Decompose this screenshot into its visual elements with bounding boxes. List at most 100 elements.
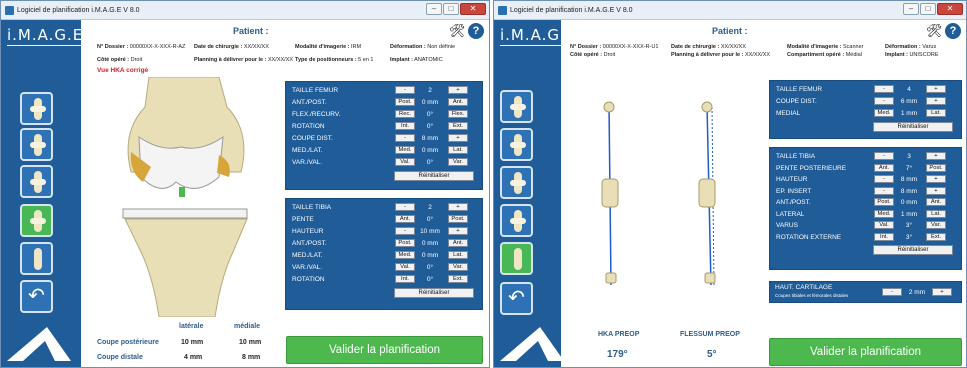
param-decrease-button[interactable]: - <box>874 97 894 105</box>
param-decrease-button[interactable]: Post. <box>395 239 415 247</box>
reset-button[interactable]: Réinitialiser <box>394 288 474 298</box>
help-icon[interactable]: ? <box>468 23 484 39</box>
param-decrease-button[interactable]: Int. <box>395 122 415 130</box>
param-value: 8 mm <box>900 187 918 195</box>
param-decrease-button[interactable]: - <box>395 86 415 94</box>
param-increase-button[interactable]: Post. <box>926 163 946 172</box>
param-increase-button[interactable]: Var. <box>448 158 468 166</box>
param-increase-button[interactable]: + <box>448 86 468 94</box>
param-increase-button[interactable]: + <box>448 203 468 211</box>
param-increase-button[interactable]: Lat. <box>926 109 946 117</box>
param-label: PENTE POSTERIEURE <box>776 164 847 172</box>
param-decrease-button[interactable]: Ant. <box>395 215 415 223</box>
param-decrease-button[interactable]: Ant. <box>874 163 894 172</box>
sidebar-undo-button[interactable]: ↶ <box>20 280 53 313</box>
sidebar-knee-3d-button[interactable] <box>500 204 533 237</box>
param-decrease-button[interactable]: Med. <box>395 251 415 259</box>
param-decrease-button[interactable]: - <box>874 85 894 93</box>
maximize-button[interactable]: □ <box>920 3 936 15</box>
param-decrease-button[interactable]: Val. <box>395 263 415 271</box>
info-implant: Implant : UNISCORE <box>885 52 939 58</box>
info-side: Côté opéré : Droit <box>570 52 616 58</box>
param-value: 0° <box>426 216 434 223</box>
param-decrease-button[interactable]: Post. <box>395 98 415 106</box>
knee-lateral-icon <box>510 172 526 194</box>
param-increase-button[interactable]: + <box>926 186 946 195</box>
param-decrease-button[interactable]: Med. <box>874 109 894 117</box>
sidebar-knee-lateral-button[interactable] <box>20 165 53 198</box>
info-planning-date: Planning à délivrer pour le : XX/XX/XX <box>671 52 771 58</box>
param-increase-button[interactable]: + <box>448 227 468 235</box>
param-increase-button[interactable]: + <box>926 175 946 183</box>
param-increase-button[interactable]: Ant. <box>926 198 946 206</box>
param-decrease-button[interactable]: Int. <box>874 232 894 241</box>
param-increase-button[interactable]: Lat. <box>448 146 468 154</box>
knee-3d-model[interactable] <box>101 77 276 317</box>
param-decrease-button[interactable]: - <box>395 134 415 142</box>
param-increase-button[interactable]: Ant. <box>448 98 468 106</box>
param-row: ROTATION Int. 0° Ext. <box>292 122 478 131</box>
param-increase-button[interactable]: Ext. <box>448 275 468 283</box>
param-increase-button[interactable]: Lat. <box>448 251 468 259</box>
param-increase-button[interactable]: Ant. <box>448 239 468 247</box>
param-value: 6 mm <box>900 98 918 105</box>
minimize-button[interactable]: – <box>903 3 919 15</box>
param-decrease-button[interactable]: - <box>395 227 415 235</box>
param-value: 7° <box>905 164 913 172</box>
param-increase-button[interactable]: Flex. <box>448 110 468 118</box>
knee-3d-icon <box>30 210 46 232</box>
param-decrease-button[interactable]: Med. <box>395 146 415 154</box>
info-side: Côté opéré : Droit <box>97 57 143 63</box>
param-increase-button[interactable]: Var. <box>448 263 468 271</box>
tools-icon[interactable]: 🛠 <box>926 23 943 39</box>
param-row: ROTATION Int. 0° Ext. <box>292 275 478 284</box>
leg-axis-icon <box>514 248 522 270</box>
info-implant: Implant : ANATOMIC <box>390 57 443 63</box>
param-increase-button[interactable]: Var. <box>926 221 946 229</box>
param-decrease-button[interactable]: - <box>874 186 894 195</box>
sidebar-leg-axis-button[interactable] <box>20 242 53 275</box>
validate-planning-button[interactable]: Valider la planification <box>286 336 483 364</box>
param-increase-button[interactable]: Lat. <box>926 209 946 218</box>
param-increase-button[interactable]: + <box>926 152 946 160</box>
cartilage-plus-button[interactable]: + <box>932 288 952 296</box>
sidebar-undo-button[interactable]: ↶ <box>500 282 533 315</box>
param-decrease-button[interactable]: - <box>874 175 894 183</box>
param-decrease-button[interactable]: - <box>874 152 894 160</box>
param-increase-button[interactable]: + <box>448 134 468 142</box>
param-decrease-button[interactable]: Val. <box>395 158 415 166</box>
param-increase-button[interactable]: + <box>926 97 946 105</box>
param-label: FLEX./RECURV. <box>292 111 341 118</box>
param-decrease-button[interactable]: Int. <box>395 275 415 283</box>
minimize-button[interactable]: – <box>426 3 442 15</box>
param-decrease-button[interactable]: Val. <box>874 221 894 229</box>
maximize-button[interactable]: □ <box>443 3 459 15</box>
sidebar-knee-front-button[interactable] <box>500 90 533 123</box>
param-label: VARUS <box>776 222 798 229</box>
param-decrease-button[interactable]: Med. <box>874 209 894 218</box>
param-increase-button[interactable]: Post. <box>448 215 468 223</box>
param-decrease-button[interactable]: Rec. <box>395 110 415 118</box>
validate-planning-button[interactable]: Valider la planification <box>769 338 962 366</box>
sidebar-leg-axis-button[interactable] <box>500 242 533 275</box>
cartilage-minus-button[interactable]: - <box>882 288 902 296</box>
reset-button[interactable]: Réinitialiser <box>873 122 953 132</box>
close-button[interactable]: ✕ <box>460 3 486 15</box>
sidebar-knee-lateral-button[interactable] <box>500 166 533 199</box>
param-decrease-button[interactable]: Post. <box>874 198 894 206</box>
help-icon[interactable]: ? <box>945 23 961 39</box>
sidebar-knee-side-button[interactable] <box>500 128 533 161</box>
close-button[interactable]: ✕ <box>937 3 963 15</box>
sidebar-knee-front-button[interactable] <box>20 92 53 125</box>
reset-button[interactable]: Réinitialiser <box>394 171 474 181</box>
param-increase-button[interactable]: Ext. <box>926 232 946 241</box>
reset-button[interactable]: Réinitialiser <box>873 245 953 255</box>
sidebar-knee-3d-button[interactable] <box>20 204 53 237</box>
param-increase-button[interactable]: Ext. <box>448 122 468 130</box>
sidebar-knee-side-button[interactable] <box>20 128 53 161</box>
param-increase-button[interactable]: + <box>926 85 946 93</box>
flessum-preop-value: 5° <box>707 349 717 360</box>
param-decrease-button[interactable]: - <box>395 203 415 211</box>
leg-axis-view[interactable] <box>589 97 739 293</box>
tools-icon[interactable]: 🛠 <box>449 23 466 39</box>
